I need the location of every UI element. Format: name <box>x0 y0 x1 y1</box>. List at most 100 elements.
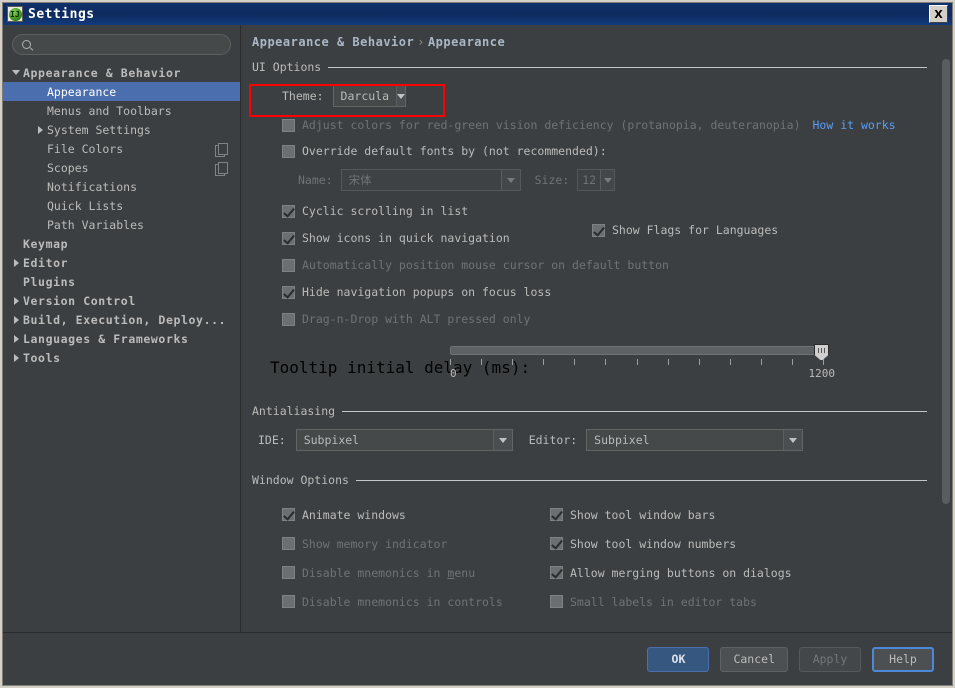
window-option-label: Animate windows <box>302 508 406 522</box>
animate-windows-checkbox[interactable] <box>282 508 295 521</box>
cancel-button[interactable]: Cancel <box>720 647 788 672</box>
theme-label: Theme: <box>282 89 324 103</box>
ide-antialiasing-label: IDE: <box>258 433 286 447</box>
show-memory-indicator-checkbox[interactable] <box>282 537 295 550</box>
window-titlebar: IJ Settings X <box>3 3 952 25</box>
automatically-position-mouse-cursor-on-default-button-checkbox[interactable] <box>282 259 295 272</box>
sidebar-item-label: Keymap <box>23 237 240 251</box>
small-labels-in-editor-tabs-checkbox[interactable] <box>550 595 563 608</box>
allow-merging-buttons-on-dialogs-checkbox[interactable] <box>550 566 563 579</box>
section-title-antialiasing: Antialiasing <box>252 404 335 418</box>
sidebar-item-file-colors[interactable]: File Colors <box>3 139 240 158</box>
scrollbar-thumb[interactable] <box>942 59 950 504</box>
override-fonts-checkbox[interactable] <box>282 145 295 158</box>
slider-max-label: 1200 <box>809 367 836 380</box>
sidebar-item-path-variables[interactable]: Path Variables <box>3 215 240 234</box>
font-name-dropdown[interactable]: 宋体 <box>341 169 521 191</box>
window-option-label: Show tool window numbers <box>570 537 736 551</box>
intellij-logo-icon: IJ <box>7 6 23 22</box>
slider-tick <box>574 359 575 365</box>
sidebar-item-keymap[interactable]: Keymap <box>3 234 240 253</box>
tooltip-delay-slider[interactable]: 0 1200 <box>450 346 823 381</box>
section-header-ui-options: UI Options <box>252 59 927 75</box>
breadcrumb-root[interactable]: Appearance & Behavior <box>252 35 414 49</box>
hide-navigation-popups-on-focus-loss-checkbox[interactable] <box>282 286 295 299</box>
twisty-collapsed-icon[interactable] <box>9 297 23 305</box>
section-header-window-options: Window Options <box>252 472 927 488</box>
sidebar-item-label: Tools <box>23 351 240 365</box>
disable-mnemonics-in-controls-checkbox[interactable] <box>282 595 295 608</box>
settings-sidebar: Appearance & Behavior AppearanceMenus and… <box>3 25 241 634</box>
adjust-colors-checkbox[interactable] <box>282 119 295 132</box>
sidebar-item-appearance-behavior[interactable]: Appearance & Behavior <box>3 63 240 82</box>
show-flags-row: Show Flags for Languages <box>592 223 778 237</box>
tooltip-delay-row: Tooltip initial delay (ms): 0 1200 <box>241 346 938 392</box>
sidebar-item-plugins[interactable]: Plugins <box>3 272 240 291</box>
ui-option-label: Hide navigation popups on focus loss <box>302 285 551 299</box>
sidebar-item-scopes[interactable]: Scopes <box>3 158 240 177</box>
slider-tick-labels: 0 1200 <box>450 367 823 381</box>
search-box[interactable] <box>12 34 231 55</box>
window-option-label: Disable mnemonics in controls <box>302 595 503 609</box>
theme-dropdown[interactable]: Darcula <box>333 85 406 107</box>
search-input[interactable] <box>37 37 221 52</box>
font-name-value: 宋体 <box>342 170 501 190</box>
ok-button[interactable]: OK <box>647 647 709 672</box>
breadcrumb: Appearance & Behavior›Appearance <box>252 35 505 49</box>
sidebar-item-tools[interactable]: Tools <box>3 348 240 367</box>
sidebar-item-label: File Colors <box>47 142 215 156</box>
twisty-collapsed-icon[interactable] <box>33 126 47 134</box>
window-option-row: Show tool window bars <box>550 500 792 529</box>
slider-tick <box>543 359 544 365</box>
main-scrollbar[interactable] <box>939 25 952 634</box>
font-settings-row: Name: 宋体 Size: 12 <box>298 169 938 191</box>
drag-n-drop-with-alt-pressed-only-checkbox[interactable] <box>282 313 295 326</box>
sidebar-item-appearance[interactable]: Appearance <box>3 82 240 101</box>
disable-mnemonics-in-menu-checkbox[interactable] <box>282 566 295 579</box>
sidebar-search-wrap <box>3 25 240 61</box>
slider-tick <box>450 359 451 365</box>
section-divider <box>356 480 927 481</box>
editor-antialiasing-dropdown[interactable]: Subpixel <box>586 429 803 451</box>
sidebar-item-system-settings[interactable]: System Settings <box>3 120 240 139</box>
font-size-dropdown[interactable]: 12 <box>577 169 615 191</box>
editor-antialiasing-value: Subpixel <box>587 430 783 450</box>
override-fonts-row: Override default fonts by (not recommend… <box>282 144 938 158</box>
sidebar-item-menus-and-toolbars[interactable]: Menus and Toolbars <box>3 101 240 120</box>
ide-antialiasing-dropdown[interactable]: Subpixel <box>296 429 513 451</box>
close-icon[interactable]: X <box>929 5 948 23</box>
slider-tick <box>605 359 606 365</box>
sidebar-item-languages-frameworks[interactable]: Languages & Frameworks <box>3 329 240 348</box>
chevron-down-icon <box>396 86 405 106</box>
window-option-row: Small labels in editor tabs <box>550 587 792 616</box>
sidebar-item-notifications[interactable]: Notifications <box>3 177 240 196</box>
twisty-expanded-icon[interactable] <box>9 70 23 75</box>
twisty-collapsed-icon[interactable] <box>9 316 23 324</box>
sidebar-item-version-control[interactable]: Version Control <box>3 291 240 310</box>
how-it-works-link[interactable]: How it works <box>813 118 896 132</box>
sidebar-item-label: Appearance & Behavior <box>23 66 240 80</box>
help-button[interactable]: Help <box>872 647 934 672</box>
section-divider <box>342 411 927 412</box>
ui-option-label: Automatically position mouse cursor on d… <box>302 258 669 272</box>
sidebar-item-build-execution-deploy[interactable]: Build, Execution, Deploy... <box>3 310 240 329</box>
slider-tick <box>792 359 793 365</box>
theme-row: Theme: Darcula <box>282 85 938 107</box>
settings-window: IJ Settings X Appearance & BehaviorAppea… <box>2 2 953 686</box>
twisty-collapsed-icon[interactable] <box>9 259 23 267</box>
slider-tick <box>637 359 638 365</box>
cyclic-scrolling-in-list-checkbox[interactable] <box>282 205 295 218</box>
sidebar-item-quick-lists[interactable]: Quick Lists <box>3 196 240 215</box>
show-tool-window-numbers-checkbox[interactable] <box>550 537 563 550</box>
slider-track[interactable] <box>450 346 823 355</box>
sidebar-item-label: System Settings <box>47 123 240 137</box>
show-flags-checkbox[interactable] <box>592 224 605 237</box>
show-icons-in-quick-navigation-checkbox[interactable] <box>282 232 295 245</box>
twisty-collapsed-icon[interactable] <box>9 354 23 362</box>
slider-tick <box>823 359 824 365</box>
twisty-collapsed-icon[interactable] <box>9 335 23 343</box>
font-size-value: 12 <box>578 170 600 190</box>
show-flags-label: Show Flags for Languages <box>612 223 778 237</box>
show-tool-window-bars-checkbox[interactable] <box>550 508 563 521</box>
sidebar-item-editor[interactable]: Editor <box>3 253 240 272</box>
